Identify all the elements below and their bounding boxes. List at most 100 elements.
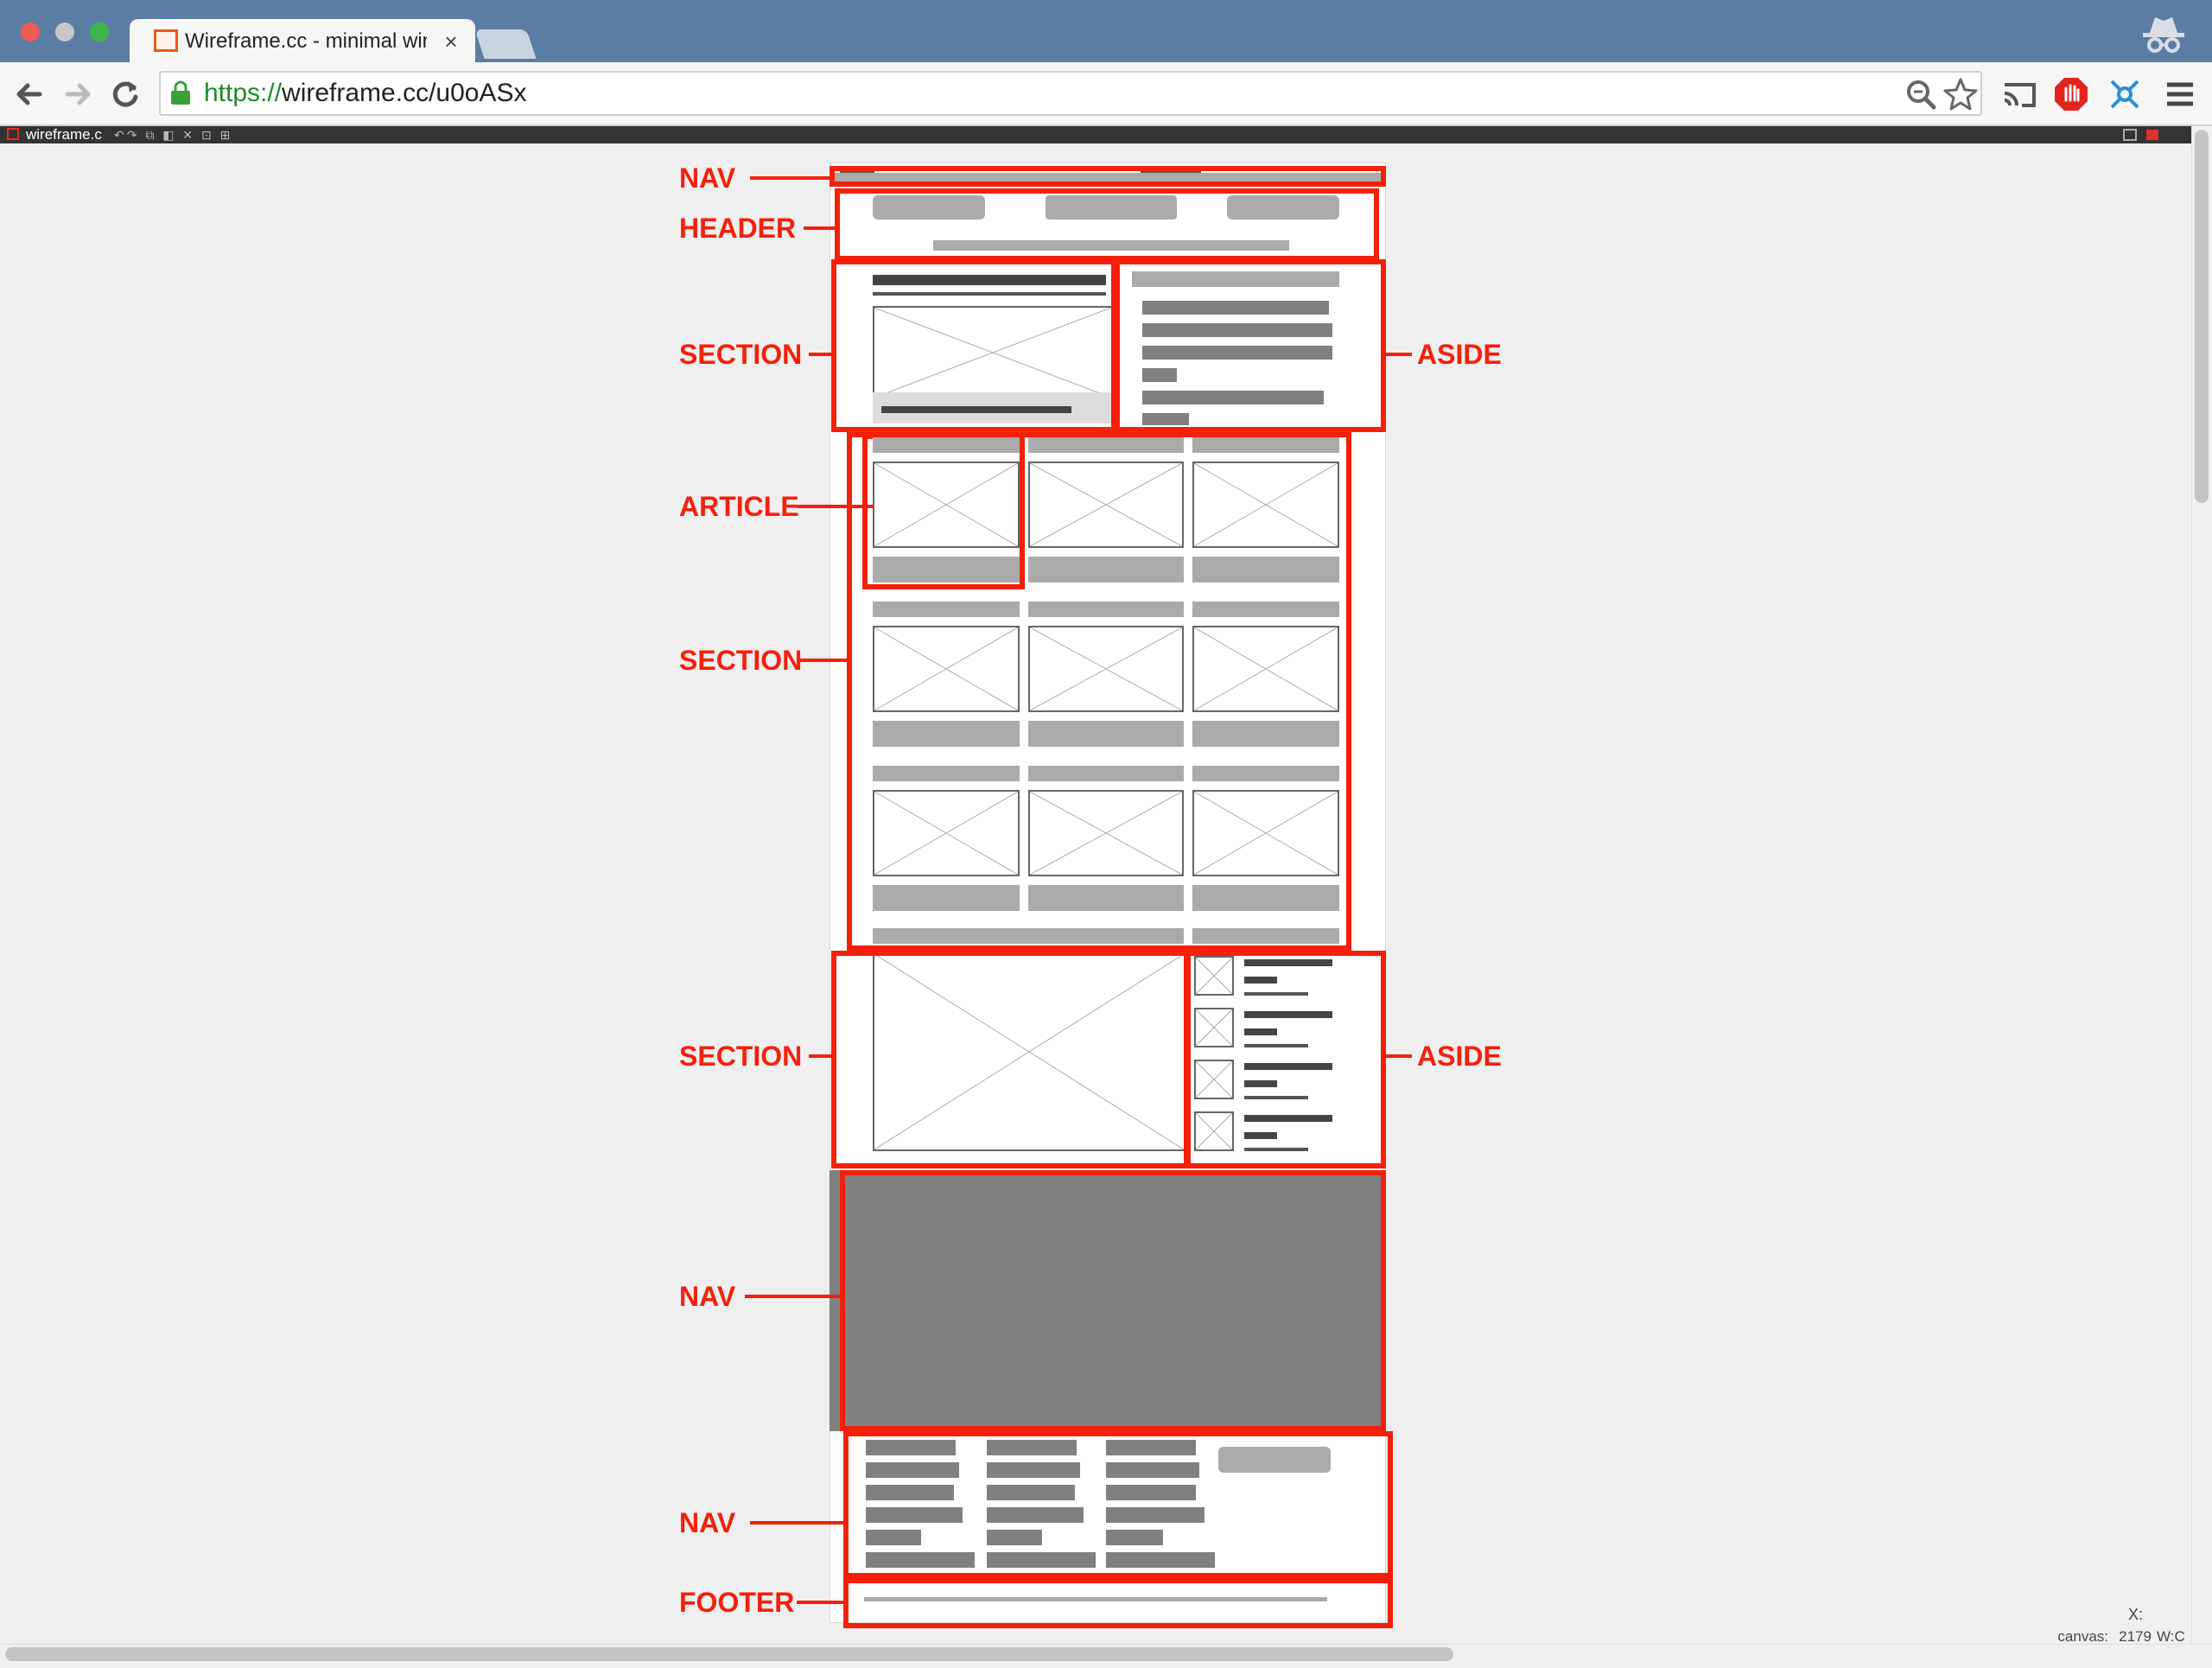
- article-caption-block: [1028, 557, 1184, 583]
- leader-line: [750, 176, 833, 180]
- minimize-window-button[interactable]: [55, 22, 74, 41]
- section-3-box: [831, 951, 1189, 1168]
- thumbnail-subtitle-line: [1244, 1028, 1277, 1035]
- footer-nav-link-block: [987, 1440, 1077, 1455]
- thumbnail-meta-line: [1244, 1096, 1308, 1099]
- article-more-block: [1192, 928, 1339, 944]
- article-title-block: [873, 602, 1020, 617]
- back-arrow-icon[interactable]: [10, 74, 50, 114]
- nav-mid-box: [840, 1170, 1386, 1431]
- maximize-window-button[interactable]: [90, 22, 109, 41]
- leader-line: [1386, 353, 1412, 356]
- leader-line: [804, 226, 835, 230]
- canvas-label: canvas:: [2057, 1628, 2108, 1645]
- label-aside-2: ASIDE: [1417, 1041, 1502, 1072]
- article-caption-block: [1192, 557, 1339, 583]
- nav-top-box: [830, 166, 1386, 187]
- bookmark-star-icon[interactable]: [1941, 74, 1980, 114]
- footer-nav-link-block: [1106, 1530, 1163, 1545]
- wireframe-appbar: [0, 126, 2212, 143]
- article-image-placeholder: [1192, 462, 1339, 548]
- incognito-icon: [2143, 17, 2184, 53]
- article-more-block: [873, 928, 1184, 944]
- lock-icon: [171, 80, 190, 105]
- new-tab-button[interactable]: [474, 29, 537, 59]
- article-image-placeholder: [873, 790, 1020, 876]
- label-section-3: SECTION: [679, 1041, 803, 1072]
- footer-nav-link-block: [987, 1485, 1075, 1500]
- thumbnail-title-line: [1244, 1063, 1332, 1070]
- appbar-save-icon[interactable]: [2120, 128, 2164, 142]
- width-label: W:C: [2157, 1628, 2185, 1645]
- appbar-label: wireframe.c: [26, 126, 102, 143]
- thumbnail-subtitle-line: [1244, 977, 1277, 984]
- section-1-box: [831, 259, 1116, 432]
- footer-nav-link-block: [1106, 1552, 1215, 1568]
- url-text[interactable]: https://wireframe.cc/u0oASx: [204, 73, 1068, 114]
- article-title-block: [1192, 602, 1339, 617]
- leader-line: [750, 1521, 843, 1525]
- article-image-placeholder: [1028, 462, 1184, 548]
- article-caption-block: [873, 557, 1020, 583]
- footer-nav-link-block: [866, 1440, 956, 1455]
- close-window-button[interactable]: [21, 22, 40, 41]
- adblock-icon[interactable]: [2051, 74, 2091, 114]
- footer-nav-link-block: [866, 1485, 954, 1500]
- thumbnail-placeholder: [1194, 1008, 1234, 1047]
- footer-box: [843, 1578, 1393, 1628]
- article-caption-block: [1028, 721, 1184, 747]
- article-title-block: [1028, 602, 1184, 617]
- article-title-block: [1028, 766, 1184, 781]
- article-image-placeholder: [873, 626, 1020, 712]
- appbar-tools[interactable]: ↶↷ ⧉ ◧ ✕ ⊡ ⊞: [114, 128, 287, 142]
- footer-nav-link-block: [866, 1462, 959, 1478]
- zoom-icon[interactable]: [1901, 74, 1941, 114]
- thumbnail-placeholder: [1194, 1111, 1234, 1151]
- article-image-placeholder: [1192, 790, 1339, 876]
- leader-line: [797, 1601, 843, 1604]
- footer-nav-link-block: [987, 1507, 1084, 1523]
- footer-nav-link-block: [1106, 1485, 1196, 1500]
- reload-icon[interactable]: [105, 74, 145, 114]
- tab-title: Wireframe.cc - minimal wire: [185, 29, 427, 53]
- wireframe-favicon-icon: [154, 29, 178, 52]
- thumbnail-title-line: [1244, 959, 1332, 966]
- footer-nav-link-block: [987, 1552, 1096, 1568]
- article-caption-block: [873, 885, 1020, 911]
- label-header: HEADER: [679, 213, 797, 244]
- thumbnail-subtitle-line: [1244, 1132, 1277, 1139]
- leader-line: [1386, 1054, 1412, 1058]
- footer-nav-link-block: [866, 1530, 921, 1545]
- article-caption-block: [1192, 885, 1339, 911]
- article-title-block: [873, 766, 1020, 781]
- thumbnail-title-line: [1244, 1011, 1332, 1018]
- wireframe-logo-icon: [7, 128, 19, 140]
- thumbnail-meta-line: [1244, 1044, 1308, 1047]
- vertical-scroll-thumb[interactable]: [2195, 130, 2209, 503]
- extension-icon[interactable]: [2105, 74, 2145, 114]
- article-title-block: [1028, 437, 1184, 453]
- footer-nav-link-block: [1106, 1440, 1196, 1455]
- article-caption-block: [1192, 721, 1339, 747]
- forward-arrow-icon[interactable]: [57, 74, 97, 114]
- leader-line: [745, 1295, 842, 1298]
- menu-icon[interactable]: [2160, 74, 2200, 114]
- horizontal-scroll-thumb[interactable]: [5, 1647, 1453, 1661]
- leader-line: [809, 353, 833, 356]
- article-title-block: [1192, 766, 1339, 781]
- thumbnail-meta-line: [1244, 992, 1308, 996]
- article-image-placeholder: [1192, 626, 1339, 712]
- footer-nav-link-block: [1106, 1507, 1205, 1523]
- article-image-placeholder: [1028, 626, 1184, 712]
- thumbnail-title-line: [1244, 1115, 1332, 1122]
- cast-icon[interactable]: [1999, 74, 2039, 114]
- footer-nav-link-block: [987, 1530, 1042, 1545]
- label-section-1: SECTION: [679, 339, 803, 370]
- leader-line: [797, 659, 847, 662]
- tab-close-icon[interactable]: ×: [439, 26, 463, 57]
- article-image-placeholder: [1028, 790, 1184, 876]
- article-caption-block: [1028, 885, 1184, 911]
- footer-nav-link-block: [866, 1552, 975, 1568]
- cursor-x-label: X:: [2127, 1606, 2143, 1623]
- footer-nav-link-block: [1106, 1462, 1199, 1478]
